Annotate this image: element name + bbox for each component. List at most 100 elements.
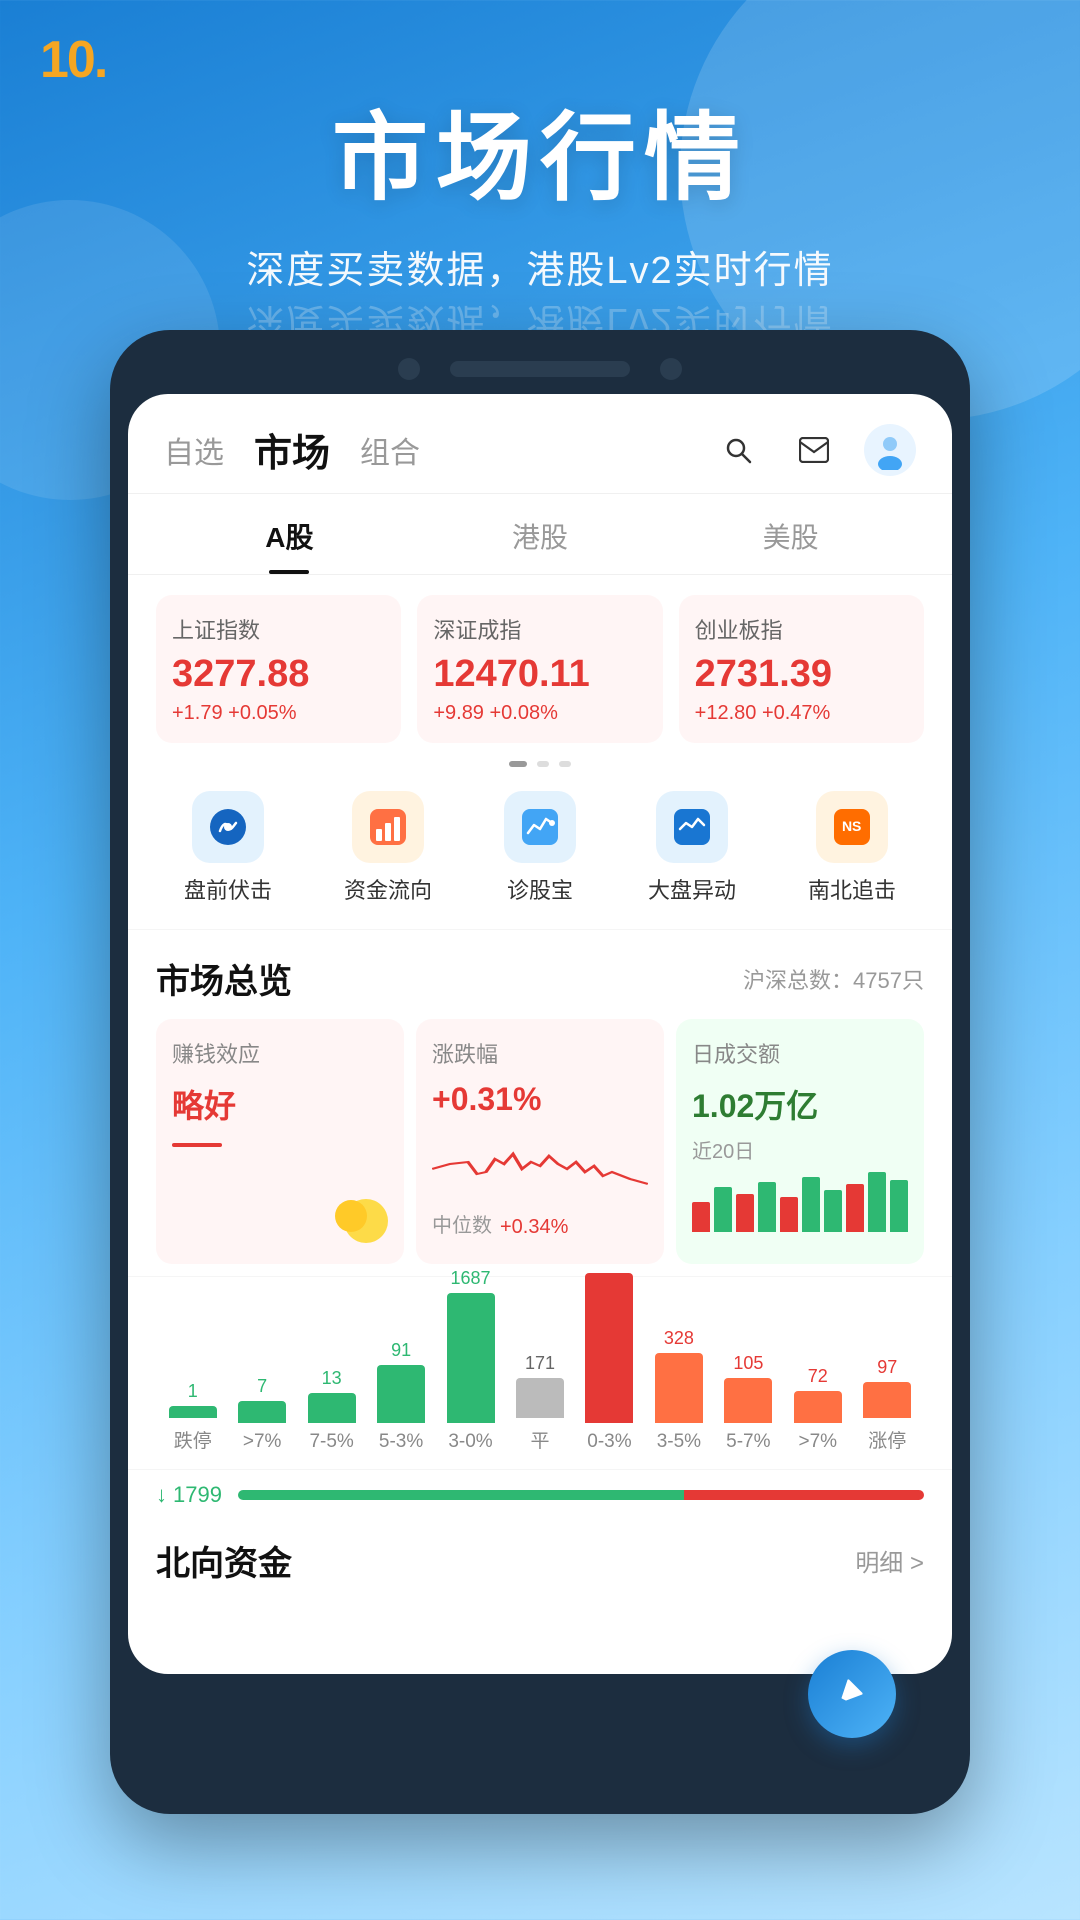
tab-us-shares[interactable]: 美股 [665,494,916,574]
vol-bar-10 [890,1180,908,1232]
volume-bars [692,1172,908,1232]
mail-button[interactable] [788,424,840,476]
feature-capital[interactable]: 资金流向 [344,791,432,905]
phone-frame: 自选 市场 组合 [110,330,970,1814]
bar-diting-bar [169,1406,217,1418]
bar-03-bar [585,1273,633,1423]
bar-30-bar [447,1293,495,1423]
market-move-label: 大盘异动 [648,873,736,905]
bar-35-bar [655,1353,703,1423]
phone-body: 自选 市场 组合 [110,330,970,1814]
pagination-dots [128,753,952,775]
feature-zhengu[interactable]: 诊股宝 [504,791,576,905]
market-overview-title: 市场总览 [156,954,292,1003]
bar-57-value: 105 [733,1353,763,1374]
bar-gt7-up: 72 >7% [794,1366,842,1453]
bar-gt7-down: 7 >7% [238,1376,286,1453]
south-north-icon: N S [816,791,888,863]
bar-35-label: 3-5% [657,1431,701,1453]
bar-diting-value: 1 [188,1381,198,1402]
svg-text:S: S [852,818,861,834]
bar-53-label: 5-3% [379,1431,423,1453]
bar-30-value: 1687 [451,1268,491,1289]
sun-decoration [316,1171,396,1256]
stock-tabs: A股 港股 美股 [128,494,952,575]
feature-row: 盘前伏击 资金流向 [128,775,952,930]
bar-30-label: 3-0% [448,1431,492,1453]
bar-75-label: 7-5% [309,1431,353,1453]
nav-bar: 自选 市场 组合 [128,394,952,494]
panqian-icon [192,791,264,863]
feature-market-move[interactable]: 大盘异动 [648,791,736,905]
volume-card[interactable]: 日成交额 1.02万亿 近20日 [676,1019,924,1264]
vol-bar-3 [736,1194,754,1232]
bar-53-value: 91 [391,1340,411,1361]
shenzhen-value: 12470.11 [433,653,646,696]
market-count: 沪深总数：4757只 [743,963,924,995]
fab-button[interactable] [808,1650,896,1738]
change-subtitle: 涨跌幅 [432,1037,648,1069]
bar-75: 13 7-5% [308,1368,356,1453]
bar-gt7-down-value: 7 [257,1376,267,1397]
zhengu-label: 诊股宝 [507,873,573,905]
phone-screen: 自选 市场 组合 [128,394,952,1674]
phone-speaker [450,361,630,377]
hero-title: 市场行情 [0,80,1080,219]
hero-subtitle: 深度买卖数据，港股Lv2实时行情 [0,239,1080,294]
phone-camera-right [660,358,682,380]
feature-panqian[interactable]: 盘前伏击 [184,791,272,905]
bar-flat-value: 171 [525,1353,555,1374]
nav-market[interactable]: 市场 [254,422,330,477]
index-card-shenzhen[interactable]: 深证成指 12470.11 +9.89 +0.08% [417,595,662,743]
market-move-icon [656,791,728,863]
vol-bar-7 [824,1190,842,1232]
vol-bar-6 [802,1177,820,1232]
bar-gt7-up-value: 72 [808,1366,828,1387]
feature-south-north[interactable]: N S 南北追击 [808,791,896,905]
nav-portfolio[interactable]: 组合 [360,428,420,472]
bottom-bar: ↓ 1799 [128,1469,952,1520]
median-label: 中位数 [432,1209,492,1238]
bar-diting: 1 跌停 [169,1381,217,1453]
user-avatar[interactable] [864,424,916,476]
bar-57-bar [724,1378,772,1423]
change-card[interactable]: 涨跌幅 +0.31% 中位数 +0.34% [416,1019,664,1264]
zhengu-icon [504,791,576,863]
bar-diting-label: 跌停 [174,1426,212,1453]
panqian-label: 盘前伏击 [184,873,272,905]
tab-hk-shares[interactable]: 港股 [415,494,666,574]
index-card-shanghai[interactable]: 上证指数 3277.88 +1.79 +0.05% [156,595,401,743]
bar-53-bar [377,1365,425,1423]
change-median: 中位数 +0.34% [432,1209,648,1246]
dot-3 [559,761,571,767]
bar-chart: 1 跌停 7 >7% 13 7-5% [148,1293,932,1453]
profit-subtitle: 赚钱效应 [172,1037,388,1069]
bar-zanting-bar [863,1382,911,1418]
profit-card[interactable]: 赚钱效应 略好 [156,1019,404,1264]
change-value: +0.31% [432,1081,648,1118]
search-button[interactable] [712,424,764,476]
nav-watchlist[interactable]: 自选 [164,428,224,472]
bar-75-bar [308,1393,356,1423]
bar-30: 1687 3-0% [447,1268,495,1453]
profit-value: 略好 [172,1081,388,1127]
index-card-chinext[interactable]: 创业板指 2731.39 +12.80 +0.47% [679,595,924,743]
median-value: +0.34% [500,1216,568,1239]
fab-icon [834,1672,870,1717]
vol-bar-2 [714,1187,732,1232]
volume-note: 近20日 [692,1135,908,1164]
volume-value: 1.02万亿 [692,1081,908,1127]
vol-bar-1 [692,1202,710,1232]
change-chart [432,1134,648,1204]
bar-flat: 171 平 [516,1353,564,1453]
capital-label: 资金流向 [344,873,432,905]
detail-link[interactable]: 明细 > [855,1543,924,1578]
bar-gt7-down-bar [238,1401,286,1423]
bar-flat-bar [516,1378,564,1418]
dot-2 [537,761,549,767]
vol-bar-4 [758,1182,776,1232]
bar-03-label: 0-3% [587,1431,631,1453]
chinext-value: 2731.39 [695,653,908,696]
phone-camera-left [398,358,420,380]
tab-a-shares[interactable]: A股 [164,494,415,574]
